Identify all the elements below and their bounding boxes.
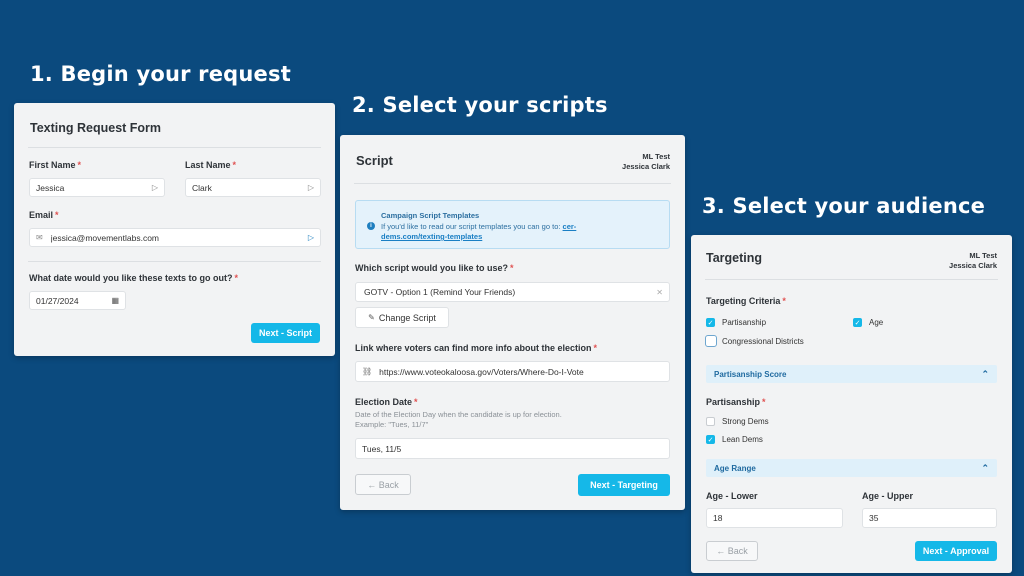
last-name-field[interactable]: Clark ▷ xyxy=(185,178,321,197)
org-name: ML Test xyxy=(969,251,997,260)
script-templates-info-box: i Campaign Script Templates If you'd lik… xyxy=(355,200,670,249)
account-info: ML Test Jessica Clark xyxy=(949,251,997,271)
templates-link[interactable]: cer- xyxy=(563,222,577,231)
divider xyxy=(28,261,321,262)
autofill-icon: ▷ xyxy=(307,233,314,242)
partisanship-score-accordion[interactable]: Partisanship Score ⌃ xyxy=(706,365,997,383)
age-upper-value: 35 xyxy=(869,513,879,523)
last-name-label: Last Name * xyxy=(185,160,237,170)
election-link-label: Link where voters can find more info abo… xyxy=(355,343,598,353)
election-date-value: Tues, 11/5 xyxy=(362,443,402,454)
date-question-label: What date would you like these texts to … xyxy=(29,273,239,283)
clear-icon[interactable]: ✕ xyxy=(656,288,663,297)
back-button[interactable]: ← Back xyxy=(706,541,758,561)
age-range-header: Age Range xyxy=(714,463,756,473)
script-panel: Script ML Test Jessica Clark i Campaign … xyxy=(340,135,685,510)
lean-dems-option-label: Lean Dems xyxy=(722,435,763,444)
first-name-value: Jessica xyxy=(36,182,65,193)
required-marker: * xyxy=(232,160,237,170)
step-3-title: 3. Select your audience xyxy=(702,194,986,218)
required-marker: * xyxy=(762,397,766,407)
required-marker: * xyxy=(234,273,239,283)
first-name-label: First Name * xyxy=(29,160,82,170)
divider xyxy=(28,147,321,148)
change-script-label: Change Script xyxy=(378,312,436,323)
lean-dems-checkbox[interactable]: ✓ xyxy=(706,435,715,444)
autofill-icon: ▷ xyxy=(307,183,314,192)
targeting-criteria-label: Targeting Criteria * xyxy=(706,296,786,306)
targeting-title: Targeting xyxy=(706,251,763,265)
age-range-accordion[interactable]: Age Range ⌃ xyxy=(706,459,997,477)
election-date-hint: Date of the Election Day when the candid… xyxy=(355,410,562,429)
election-date-field[interactable]: Tues, 11/5 xyxy=(355,438,670,459)
age-option-label: Age xyxy=(869,318,884,327)
back-button[interactable]: ← Back xyxy=(355,474,411,495)
chevron-up-icon: ⌃ xyxy=(981,462,989,473)
next-approval-button[interactable]: Next - Approval xyxy=(915,541,997,561)
texting-request-form-panel: Texting Request Form First Name * Jessica… xyxy=(14,103,335,356)
congressional-districts-checkbox[interactable] xyxy=(705,335,717,347)
selected-script-value: GOTV - Option 1 (Remind Your Friends) xyxy=(364,287,516,297)
email-field[interactable]: ✉ jessica@movementlabs.com ▷ xyxy=(29,228,321,247)
chevron-up-icon: ⌃ xyxy=(981,368,989,379)
election-link-value: https://www.voteokaloosa.gov/Voters/Wher… xyxy=(379,366,584,377)
age-lower-field[interactable]: 18 xyxy=(706,508,843,528)
autofill-icon: ▷ xyxy=(151,183,158,192)
account-info: ML Test Jessica Clark xyxy=(622,152,670,172)
script-title: Script xyxy=(356,153,393,168)
next-script-button[interactable]: Next - Script xyxy=(251,323,320,343)
partisanship-label: Partisanship * xyxy=(706,397,766,407)
election-link-field[interactable]: ⛓ https://www.voteokaloosa.gov/Voters/Wh… xyxy=(355,361,670,382)
step-2-title: 2. Select your scripts xyxy=(352,93,608,117)
calendar-icon[interactable]: ▦ xyxy=(111,296,119,305)
envelope-icon: ✉ xyxy=(36,233,43,242)
script-question-label: Which script would you like to use? * xyxy=(355,263,514,273)
first-name-field[interactable]: Jessica ▷ xyxy=(29,178,165,197)
age-lower-value: 18 xyxy=(713,513,723,523)
strong-dems-checkbox[interactable] xyxy=(706,417,715,426)
date-picker-field[interactable]: 01/27/2024 ▦ xyxy=(29,291,126,310)
user-name: Jessica Clark xyxy=(622,162,670,171)
step-1-title: 1. Begin your request xyxy=(30,62,291,86)
templates-link-continued[interactable]: dems.com/texting-templates xyxy=(381,232,482,241)
required-marker: * xyxy=(77,160,82,170)
age-upper-field[interactable]: 35 xyxy=(862,508,997,528)
partisanship-checkbox[interactable]: ✓ xyxy=(706,318,715,327)
edit-icon: ✎ xyxy=(368,313,375,322)
partisanship-score-header: Partisanship Score xyxy=(714,369,787,379)
info-text: If you'd like to read our script templat… xyxy=(381,222,577,241)
last-name-value: Clark xyxy=(192,182,212,193)
email-value: jessica@movementlabs.com xyxy=(50,232,160,243)
form-title: Texting Request Form xyxy=(30,121,162,135)
info-title: Campaign Script Templates xyxy=(381,211,480,220)
required-marker: * xyxy=(55,210,59,220)
required-marker: * xyxy=(782,296,786,306)
strong-dems-option-label: Strong Dems xyxy=(722,417,769,426)
email-label: Email * xyxy=(29,210,59,220)
divider xyxy=(705,279,998,280)
required-marker: * xyxy=(593,343,598,353)
election-date-label: Election Date * xyxy=(355,397,418,407)
partisanship-option-label: Partisanship xyxy=(722,318,767,327)
targeting-panel: Targeting ML Test Jessica Clark Targetin… xyxy=(691,235,1012,573)
age-upper-label: Age - Upper xyxy=(862,491,914,501)
required-marker: * xyxy=(414,397,418,407)
link-icon: ⛓ xyxy=(362,367,373,376)
user-name: Jessica Clark xyxy=(949,261,997,270)
change-script-button[interactable]: ✎ Change Script xyxy=(355,307,449,328)
required-marker: * xyxy=(510,263,514,273)
divider xyxy=(354,183,671,184)
congressional-districts-option-label: Congressional Districts xyxy=(722,337,804,346)
age-lower-label: Age - Lower xyxy=(706,491,758,501)
org-name: ML Test xyxy=(642,152,670,161)
next-targeting-button[interactable]: Next - Targeting xyxy=(578,474,670,496)
date-value: 01/27/2024 xyxy=(36,295,79,306)
info-icon: i xyxy=(367,222,375,230)
age-checkbox[interactable]: ✓ xyxy=(853,318,862,327)
script-select-field[interactable]: GOTV - Option 1 (Remind Your Friends) ✕ xyxy=(355,282,670,302)
